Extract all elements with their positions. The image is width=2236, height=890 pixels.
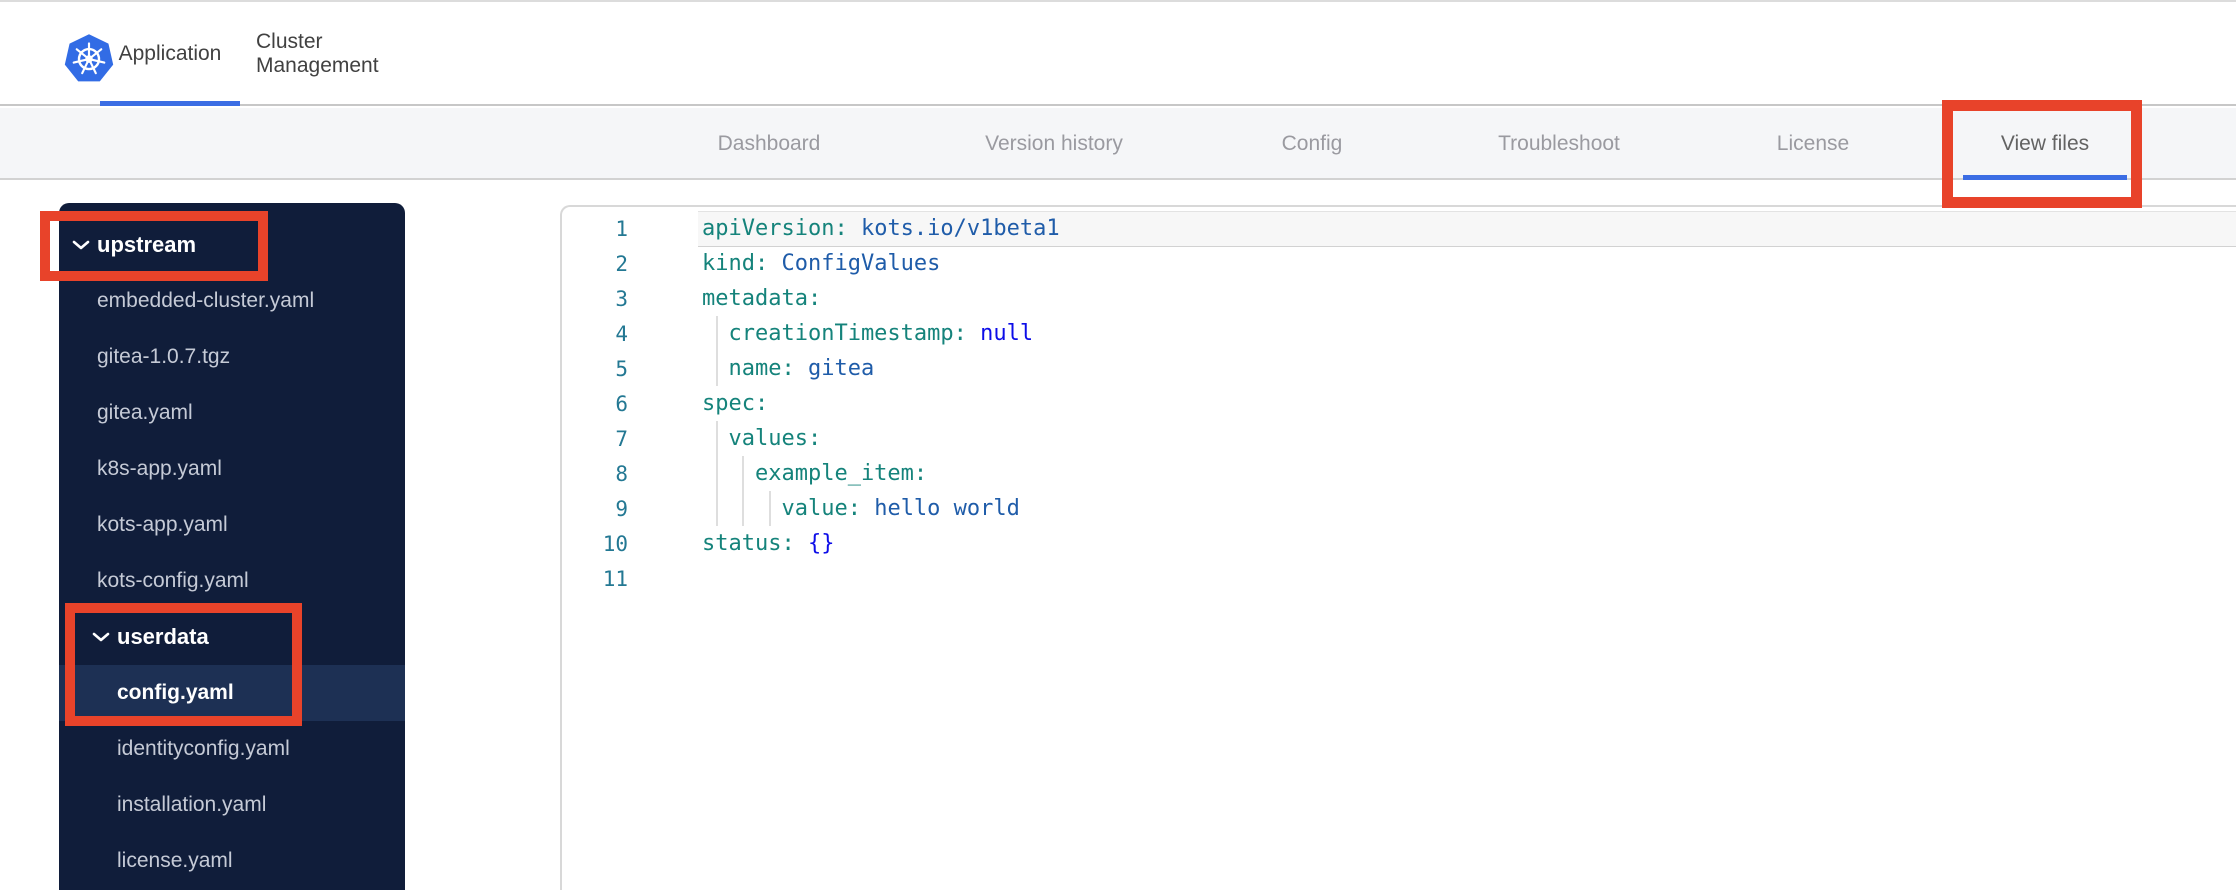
code-line: 10 status: {} (562, 526, 2236, 561)
header-tab-label: Application (118, 42, 222, 65)
tab-config[interactable]: Config (1232, 108, 1392, 180)
app-header: Application Cluster Management (0, 2, 2236, 106)
line-number: 4 (615, 321, 628, 346)
code-line: 9 value: hello world (562, 491, 2236, 526)
code-line: 8 example_item: (562, 456, 2236, 491)
code-line: 2 kind: ConfigValues (562, 246, 2236, 281)
token-key: creationTimestamp: (702, 321, 967, 346)
token-str: hello world (860, 496, 1020, 521)
tree-file-label: identityconfig.yaml (117, 737, 290, 760)
token-kw: {} (794, 531, 835, 556)
token-key: status: (702, 531, 795, 556)
header-tab-cluster-management[interactable]: Cluster Management (256, 2, 436, 106)
line-number: 9 (615, 496, 628, 521)
code-line: 6 spec: (562, 386, 2236, 421)
tab-license[interactable]: License (1733, 108, 1893, 180)
chevron-down-icon (91, 631, 111, 643)
tab-dashboard[interactable]: Dashboard (669, 108, 869, 180)
code-editor[interactable]: 1 apiVersion: kots.io/v1beta1 2 kind: Confi… (560, 205, 2236, 890)
subnav-tab-label: License (1776, 132, 1850, 155)
tab-version-history[interactable]: Version history (944, 108, 1164, 180)
code-text: value: hello world (702, 496, 1020, 521)
file-tree-sidebar: upstream embedded-cluster.yaml gitea-1.0.7… (59, 203, 405, 890)
subnav-tab-label: Version history (985, 132, 1123, 155)
tree-folder-userdata[interactable]: userdata (59, 609, 405, 665)
code-text: name: gitea (702, 356, 874, 381)
token-key: spec: (702, 391, 769, 416)
code-text: creationTimestamp: null (702, 321, 1033, 346)
app-subnav: Dashboard Version history Config Troublesho… (0, 108, 2236, 180)
subnav-tab-label: Troubleshoot (1498, 132, 1620, 155)
token-str: kots.io/v1beta1 (847, 216, 1060, 241)
chevron-down-icon (71, 239, 91, 251)
line-number: 1 (615, 216, 628, 241)
header-tab-label: Cluster Management (256, 30, 379, 77)
token-key: value: (702, 496, 861, 521)
line-number: 5 (615, 356, 628, 381)
code-text: kind: ConfigValues (702, 251, 940, 276)
line-number: 10 (602, 531, 628, 556)
line-number: 8 (615, 461, 628, 486)
code-text: apiVersion: kots.io/v1beta1 (702, 216, 1060, 241)
tab-view-files[interactable]: View files (1963, 108, 2127, 180)
token-key: name: (702, 356, 795, 381)
tree-file-identityconfig-yaml[interactable]: identityconfig.yaml (59, 721, 405, 777)
token-kw: null (966, 321, 1034, 346)
code-line: 7 values: (562, 421, 2236, 456)
code-text: example_item: (702, 461, 927, 486)
tree-file-installation-yaml[interactable]: installation.yaml (59, 777, 405, 833)
tree-file-license-yaml[interactable]: license.yaml (59, 833, 405, 889)
tree-file-gitea-1-0-7-tgz[interactable]: gitea-1.0.7.tgz (59, 329, 405, 385)
code-line: 1 apiVersion: kots.io/v1beta1 (562, 211, 2236, 247)
token-key: example_item: (702, 461, 928, 486)
tree-folder-label: upstream (97, 232, 197, 257)
code-text: status: {} (702, 531, 834, 556)
tree-file-config-yaml[interactable]: config.yaml (59, 665, 405, 721)
tree-file-embedded-cluster-yaml[interactable]: embedded-cluster.yaml (59, 273, 405, 329)
tree-file-kots-app-yaml[interactable]: kots-app.yaml (59, 497, 405, 553)
tree-file-label: gitea-1.0.7.tgz (97, 345, 231, 368)
code-line: 11 (562, 561, 2236, 596)
token-key: values: (702, 426, 822, 451)
code-text: metadata: (702, 286, 821, 311)
header-tab-application[interactable]: Application (100, 2, 240, 106)
tab-troubleshoot[interactable]: Troubleshoot (1459, 108, 1659, 180)
code-line: 3 metadata: (562, 281, 2236, 316)
header-tabs: Application Cluster Management (0, 2, 2236, 106)
line-number: 6 (615, 391, 628, 416)
code-line: 5 name: gitea (562, 351, 2236, 386)
code-text: spec: (702, 391, 768, 416)
token-str: gitea (794, 356, 875, 381)
tree-file-label: k8s-app.yaml (97, 457, 222, 480)
subnav-tab-label: Config (1281, 132, 1343, 155)
token-key: kind: (702, 251, 769, 276)
line-number: 2 (615, 251, 628, 276)
code-text: values: (702, 426, 821, 451)
line-number: 7 (615, 426, 628, 451)
token-key: metadata: (702, 286, 822, 311)
subnav-tab-label: Dashboard (717, 132, 821, 155)
tree-file-label: kots-app.yaml (97, 513, 228, 536)
tree-file-label: kots-config.yaml (97, 569, 249, 592)
tree-file-label: installation.yaml (117, 793, 267, 816)
token-str: ConfigValues (768, 251, 941, 276)
tree-file-gitea-yaml[interactable]: gitea.yaml (59, 385, 405, 441)
subnav-tab-label: View files (2000, 132, 2090, 155)
line-number: 11 (602, 566, 628, 591)
tree-file-label: config.yaml (117, 681, 234, 704)
token-key: apiVersion: (702, 216, 848, 241)
tree-folder-upstream[interactable]: upstream (59, 217, 405, 273)
tree-file-kots-config-yaml[interactable]: kots-config.yaml (59, 553, 405, 609)
page: Application Cluster Management Dashboard V… (0, 0, 2236, 890)
line-number: 3 (615, 286, 628, 311)
tree-folder-label: userdata (117, 624, 209, 649)
tree-file-label: license.yaml (117, 849, 233, 872)
tree-file-label: gitea.yaml (97, 401, 193, 424)
tree-file-k8s-app-yaml[interactable]: k8s-app.yaml (59, 441, 405, 497)
code-line: 4 creationTimestamp: null (562, 316, 2236, 351)
tree-file-label: embedded-cluster.yaml (97, 289, 315, 312)
